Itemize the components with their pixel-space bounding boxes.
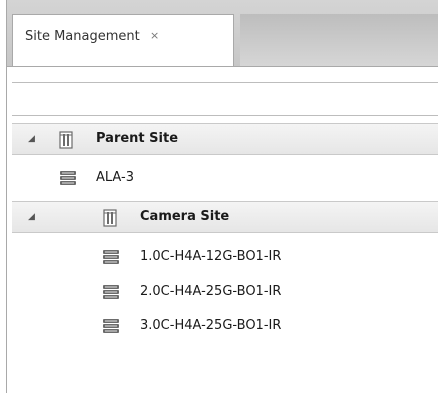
ala-3-label: ALA-3 [96, 170, 135, 185]
server-icon [102, 318, 120, 338]
camera-2-label: 2.0C-H4A-25G-BO1-IR [140, 284, 282, 299]
camera-3-label: 3.0C-H4A-25G-BO1-IR [140, 318, 282, 333]
tab-site-management[interactable]: Site Management × [12, 14, 234, 66]
server-icon [102, 284, 120, 304]
building-icon [58, 131, 74, 153]
tree-node-camera-3[interactable]: 3.0C-H4A-25G-BO1-IR [12, 311, 438, 343]
tab-close-icon[interactable]: × [150, 29, 159, 42]
tree-node-parent-site[interactable]: ◢ Parent Site [12, 123, 438, 155]
filter-bar[interactable] [12, 82, 438, 116]
server-icon [59, 170, 77, 190]
camera-1-label: 1.0C-H4A-12G-BO1-IR [140, 249, 282, 264]
tree-node-camera-1[interactable]: 1.0C-H4A-12G-BO1-IR [12, 242, 438, 274]
expand-arrow-icon[interactable]: ◢ [28, 134, 35, 144]
server-icon [102, 249, 120, 269]
tree-node-camera-site[interactable]: ◢ Camera Site [12, 201, 438, 233]
tab-strip-empty-area [240, 14, 438, 66]
tab-site-management-label: Site Management [25, 29, 140, 44]
site-management-window: Site Management × ◢ Parent Site ALA-3 ◢ … [0, 0, 438, 393]
tree-node-camera-2[interactable]: 2.0C-H4A-25G-BO1-IR [12, 277, 438, 309]
building-icon [102, 209, 118, 231]
camera-site-label: Camera Site [140, 209, 230, 224]
parent-site-label: Parent Site [96, 131, 179, 146]
expand-arrow-icon[interactable]: ◢ [28, 212, 35, 222]
tree-node-ala-3[interactable]: ALA-3 [12, 163, 438, 195]
